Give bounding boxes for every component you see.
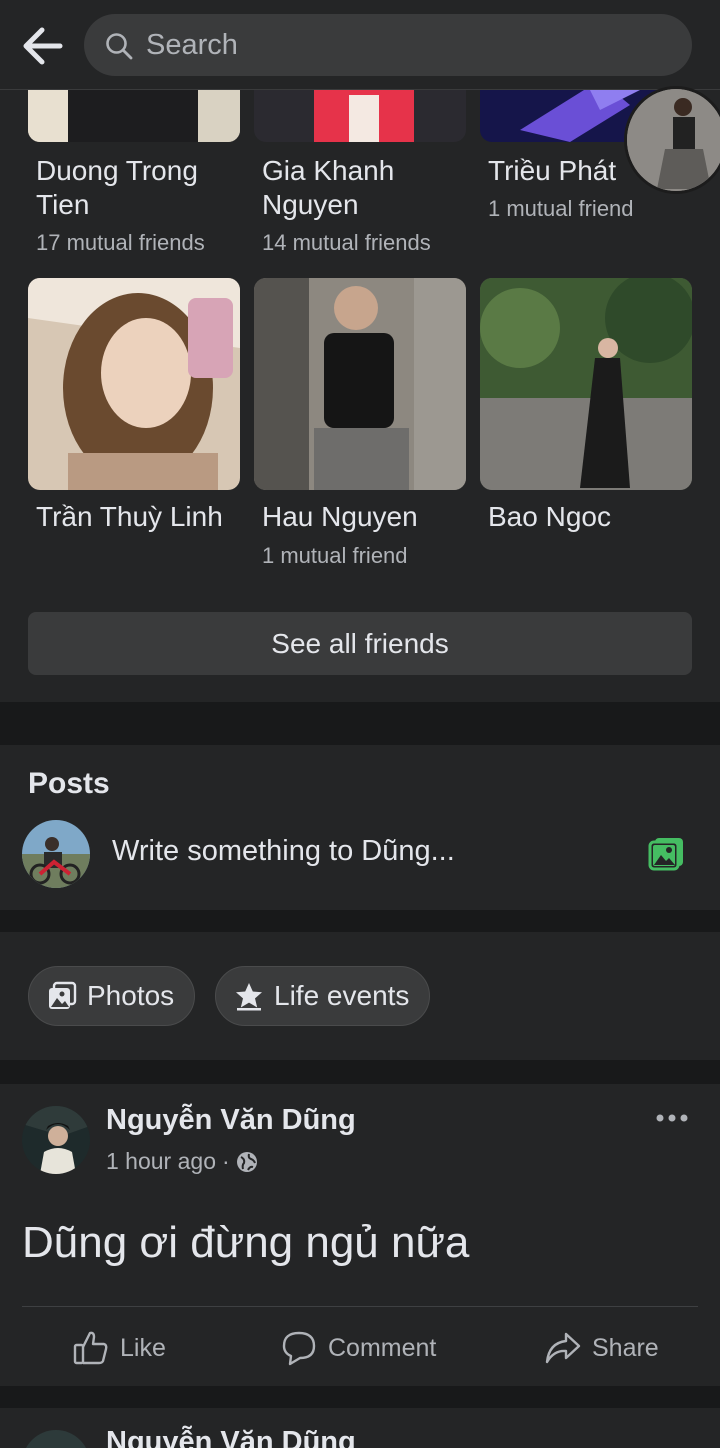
search-icon <box>106 33 133 60</box>
avatar[interactable] <box>22 1106 90 1174</box>
posts-heading: Posts <box>28 767 110 800</box>
post-author[interactable]: Nguyễn Văn Dũng <box>106 1426 356 1448</box>
friend-mutual-count: 1 mutual friend <box>488 196 634 221</box>
post-text: Dũng ơi đừng ngủ nữa <box>22 1218 470 1267</box>
friend-photo[interactable] <box>28 278 240 490</box>
share-icon <box>545 1332 581 1364</box>
chat-head-avatar[interactable] <box>624 86 720 194</box>
posts-section: Posts Write something to Dũng... <box>0 745 720 910</box>
see-all-friends-button[interactable]: See all friends <box>28 612 692 675</box>
friend-name: Duong Trong Tien <box>36 155 198 220</box>
friend-name: Hau Nguyen <box>262 501 418 532</box>
like-icon <box>73 1331 108 1365</box>
friend-name: Trần Thuỳ Linh <box>36 501 223 532</box>
friend-photo[interactable] <box>254 278 466 490</box>
photos-chip[interactable]: Photos <box>28 966 196 1026</box>
comment-button[interactable]: Comment <box>280 1328 436 1368</box>
comment-label: Comment <box>328 1333 437 1362</box>
divider <box>22 1306 698 1307</box>
chip-label: Photos <box>87 980 175 1011</box>
friend-name: Bao Ngoc <box>488 501 611 532</box>
friend-photo[interactable] <box>480 278 692 490</box>
top-bar <box>0 0 720 90</box>
meta-separator: · <box>221 1148 230 1174</box>
globe-icon <box>236 1151 257 1172</box>
share-button[interactable]: Share <box>544 1328 659 1368</box>
post-card: Nguyễn Văn Dũng <box>0 1408 720 1448</box>
avatar[interactable] <box>22 1430 90 1448</box>
friend-mutual-count: 14 mutual friends <box>262 230 431 255</box>
post-filters: Photos Life events <box>0 932 720 1060</box>
chip-label: Life events <box>274 980 410 1011</box>
composer-input[interactable]: Write something to Dũng... <box>112 835 455 868</box>
friend-name: Gia Khanh Nguyen <box>262 155 395 220</box>
friend-mutual-count: 1 mutual friend <box>262 543 408 568</box>
avatar <box>22 820 90 888</box>
back-arrow-icon[interactable] <box>20 26 64 66</box>
post-meta: 1 hour ago · <box>106 1148 258 1175</box>
search-bar[interactable] <box>84 14 692 76</box>
comment-icon <box>282 1331 316 1366</box>
like-label: Like <box>120 1333 166 1362</box>
more-options-icon[interactable] <box>652 1106 692 1130</box>
star-icon <box>236 983 262 1011</box>
friend-mutual-count: 17 mutual friends <box>36 230 205 255</box>
share-label: Share <box>592 1333 659 1362</box>
friends-section: Duong Trong Tien 17 mutual friends Gia K… <box>0 0 720 702</box>
photos-icon <box>49 981 77 1009</box>
post-card: Nguyễn Văn Dũng 1 hour ago · Dũng ơi đừn… <box>0 1084 720 1386</box>
post-author[interactable]: Nguyễn Văn Dũng <box>106 1104 356 1137</box>
post-timestamp[interactable]: 1 hour ago <box>106 1148 216 1175</box>
photo-icon[interactable] <box>648 835 686 871</box>
like-button[interactable]: Like <box>72 1328 166 1368</box>
search-input[interactable] <box>146 26 666 64</box>
life-events-chip[interactable]: Life events <box>215 966 431 1026</box>
